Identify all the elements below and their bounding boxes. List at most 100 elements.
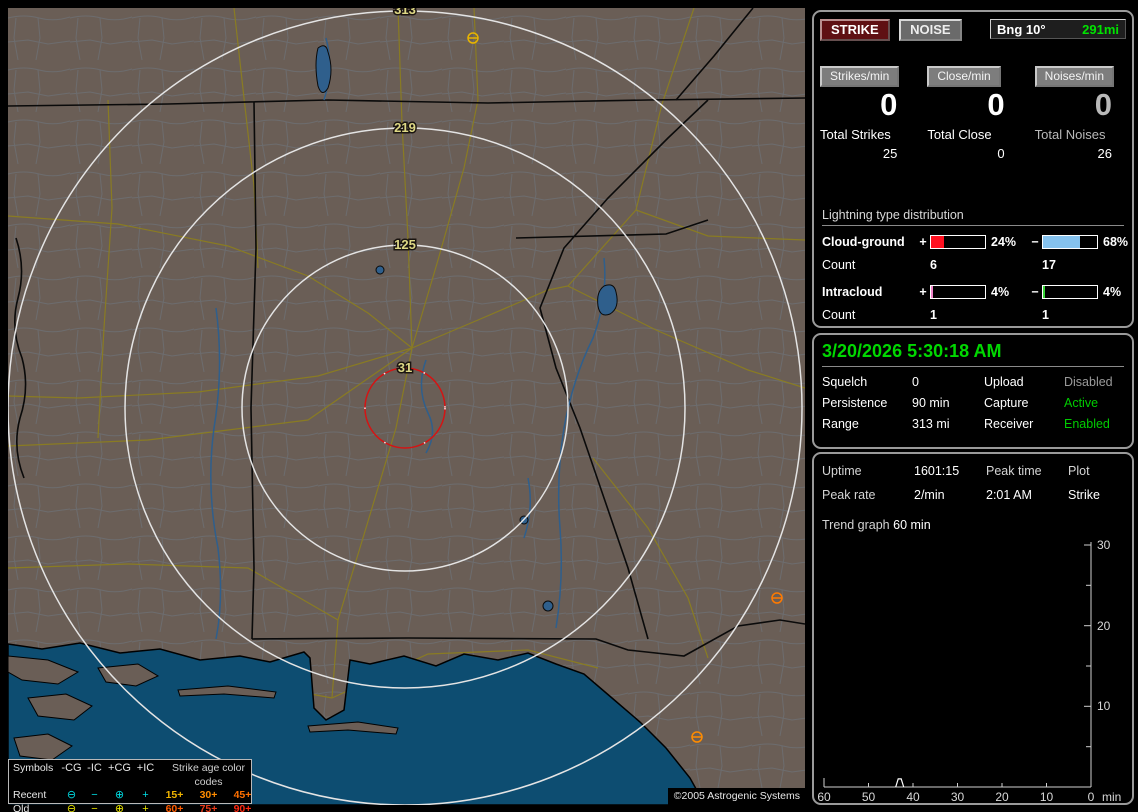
map-panel[interactable]: 313 219 125 31 Symbols -CG -IC +CG +IC S… xyxy=(8,8,805,812)
trend-axis-labels: 30 20 10 60 50 40 30 20 10 0 min xyxy=(817,538,1121,803)
ic-plus-bar xyxy=(930,285,986,299)
total-strikes-value: 25 xyxy=(882,146,898,161)
legend-age-header: Strike age color codes xyxy=(172,762,245,788)
age-15: 15+ xyxy=(165,789,184,801)
svg-text:20: 20 xyxy=(1097,619,1111,633)
total-noises-label: Total Noises xyxy=(1034,127,1106,142)
ic-minus-pct: 4% xyxy=(1103,285,1122,299)
range-value: 291mi xyxy=(1082,22,1119,37)
persistence-label: Persistence xyxy=(822,396,888,410)
noise-mode-button[interactable]: NOISE xyxy=(899,19,962,41)
copyright-label: ©2005 Astrogenic Systems xyxy=(667,788,805,805)
total-close-value: 0 xyxy=(997,146,1005,161)
ring-label-313: 313 xyxy=(394,8,416,17)
strikes-counter: Strikes/min 0 Total Strikes 25 xyxy=(820,66,913,161)
noises-per-min-value: 0 xyxy=(1094,87,1112,122)
legend-header-cg-plus: +CG xyxy=(108,762,131,774)
bearing-range-readout: Bng 10° 291mi xyxy=(990,19,1126,39)
intracloud-count-row: Count 1 1 xyxy=(822,308,1124,322)
cg-plus-bar xyxy=(930,235,986,249)
intracloud-row: Intracloud + 4% − 4% xyxy=(822,285,1124,299)
circle-plus-icon: ⊕ xyxy=(114,802,125,812)
strikes-per-min-button[interactable]: Strikes/min xyxy=(820,66,900,87)
app-window: 313 219 125 31 Symbols -CG -IC +CG +IC S… xyxy=(0,0,1138,812)
map-legend: Symbols -CG -IC +CG +IC Strike age color… xyxy=(8,759,252,812)
trend-data-spike xyxy=(895,778,905,788)
x-axis-unit: min xyxy=(1102,790,1121,803)
legend-header-ic-minus: -IC xyxy=(87,762,102,774)
status-panel: 3/20/2026 5:30:18 AM Squelch 0 Upload Di… xyxy=(812,333,1134,449)
receiver-status: Enabled xyxy=(1064,417,1110,431)
ring-label-125: 125 xyxy=(394,237,416,252)
circle-plus-icon: ⊕ xyxy=(114,789,125,801)
cloud-ground-label: Cloud-ground xyxy=(822,235,905,249)
upload-label: Upload xyxy=(984,375,1024,389)
close-per-min-value: 0 xyxy=(987,87,1005,122)
circle-minus-icon: ⊖ xyxy=(66,789,77,801)
age-75: 75+ xyxy=(199,802,218,812)
svg-text:30: 30 xyxy=(1097,538,1111,552)
svg-text:50: 50 xyxy=(862,790,876,803)
persistence-value: 90 min xyxy=(912,396,950,410)
total-strikes-label: Total Strikes xyxy=(820,127,891,142)
upload-status: Disabled xyxy=(1064,375,1113,389)
range-label: Range xyxy=(822,417,859,431)
minus-sign: − xyxy=(1031,285,1039,299)
circle-minus-icon: ⊖ xyxy=(66,802,77,812)
plus-sign: + xyxy=(919,235,927,249)
strike-mode-button[interactable]: STRIKE xyxy=(820,19,890,41)
total-noises-value: 26 xyxy=(1097,146,1112,161)
noises-counter: Noises/min 0 Total Noises 26 xyxy=(1034,66,1128,161)
svg-text:60: 60 xyxy=(817,790,831,803)
total-close-label: Total Close xyxy=(927,127,992,142)
svg-text:20: 20 xyxy=(995,790,1009,803)
minus-icon: − xyxy=(91,789,98,801)
close-counter: Close/min 0 Total Close 0 xyxy=(927,66,1020,161)
ic-minus-bar xyxy=(1042,285,1098,299)
squelch-label: Squelch xyxy=(822,375,868,389)
date-time-display: 3/20/2026 5:30:18 AM xyxy=(822,341,1124,367)
noises-per-min-button[interactable]: Noises/min xyxy=(1034,66,1115,87)
ic-plus-pct: 4% xyxy=(991,285,1010,299)
plus-sign: + xyxy=(919,285,927,299)
squelch-value: 0 xyxy=(912,375,919,389)
lightning-map[interactable]: 313 219 125 31 xyxy=(8,8,805,805)
plus-icon: + xyxy=(142,789,149,801)
close-per-min-button[interactable]: Close/min xyxy=(927,66,1001,87)
bearing-value: Bng 10° xyxy=(997,22,1046,37)
ic-minus-count: 1 xyxy=(1042,308,1049,322)
strikes-per-min-value: 0 xyxy=(880,87,898,122)
trend-graph: 30 20 10 60 50 40 30 20 10 0 min xyxy=(817,538,1121,803)
cg-plus-pct: 24% xyxy=(991,235,1017,249)
capture-status: Active xyxy=(1064,396,1099,410)
intracloud-label: Intracloud xyxy=(822,285,883,299)
range-setting-value: 313 mi xyxy=(912,417,950,431)
ring-label-219: 219 xyxy=(394,120,416,135)
legend-row-old-label: Old xyxy=(13,802,30,812)
age-30: 30+ xyxy=(199,789,218,801)
legend-header-ic-plus: +IC xyxy=(136,762,155,774)
cg-minus-count: 17 xyxy=(1042,258,1056,272)
age-90: 90+ xyxy=(233,802,252,812)
cloud-ground-row: Cloud-ground + 24% − 68% xyxy=(822,235,1128,249)
count-label: Count xyxy=(822,308,856,322)
ic-plus-count: 1 xyxy=(930,308,937,322)
lightning-distribution-section: Lightning type distribution Cloud-ground… xyxy=(822,208,1128,335)
age-45: 45+ xyxy=(233,789,252,801)
minus-icon: − xyxy=(91,802,98,812)
svg-text:10: 10 xyxy=(1097,699,1111,713)
legend-row-recent-label: Recent xyxy=(13,789,47,801)
trend-panel: Uptime 1601:15 Peak time Plot Peak rate … xyxy=(812,452,1134,805)
minus-sign: − xyxy=(1031,235,1039,249)
svg-text:30: 30 xyxy=(951,790,965,803)
strike-counter-panel: STRIKE NOISE Bng 10° 291mi Strikes/min 0… xyxy=(812,10,1134,328)
cg-minus-pct: 68% xyxy=(1103,235,1129,249)
distribution-title: Lightning type distribution xyxy=(822,208,1124,226)
cloud-ground-count-row: Count 6 17 xyxy=(822,258,1124,272)
count-label: Count xyxy=(822,258,856,272)
legend-header-symbols: Symbols xyxy=(13,762,54,774)
legend-header-cg-minus: -CG xyxy=(61,762,82,774)
age-60: 60+ xyxy=(165,802,184,812)
trend-axes xyxy=(823,542,1092,788)
svg-text:0: 0 xyxy=(1088,790,1095,803)
